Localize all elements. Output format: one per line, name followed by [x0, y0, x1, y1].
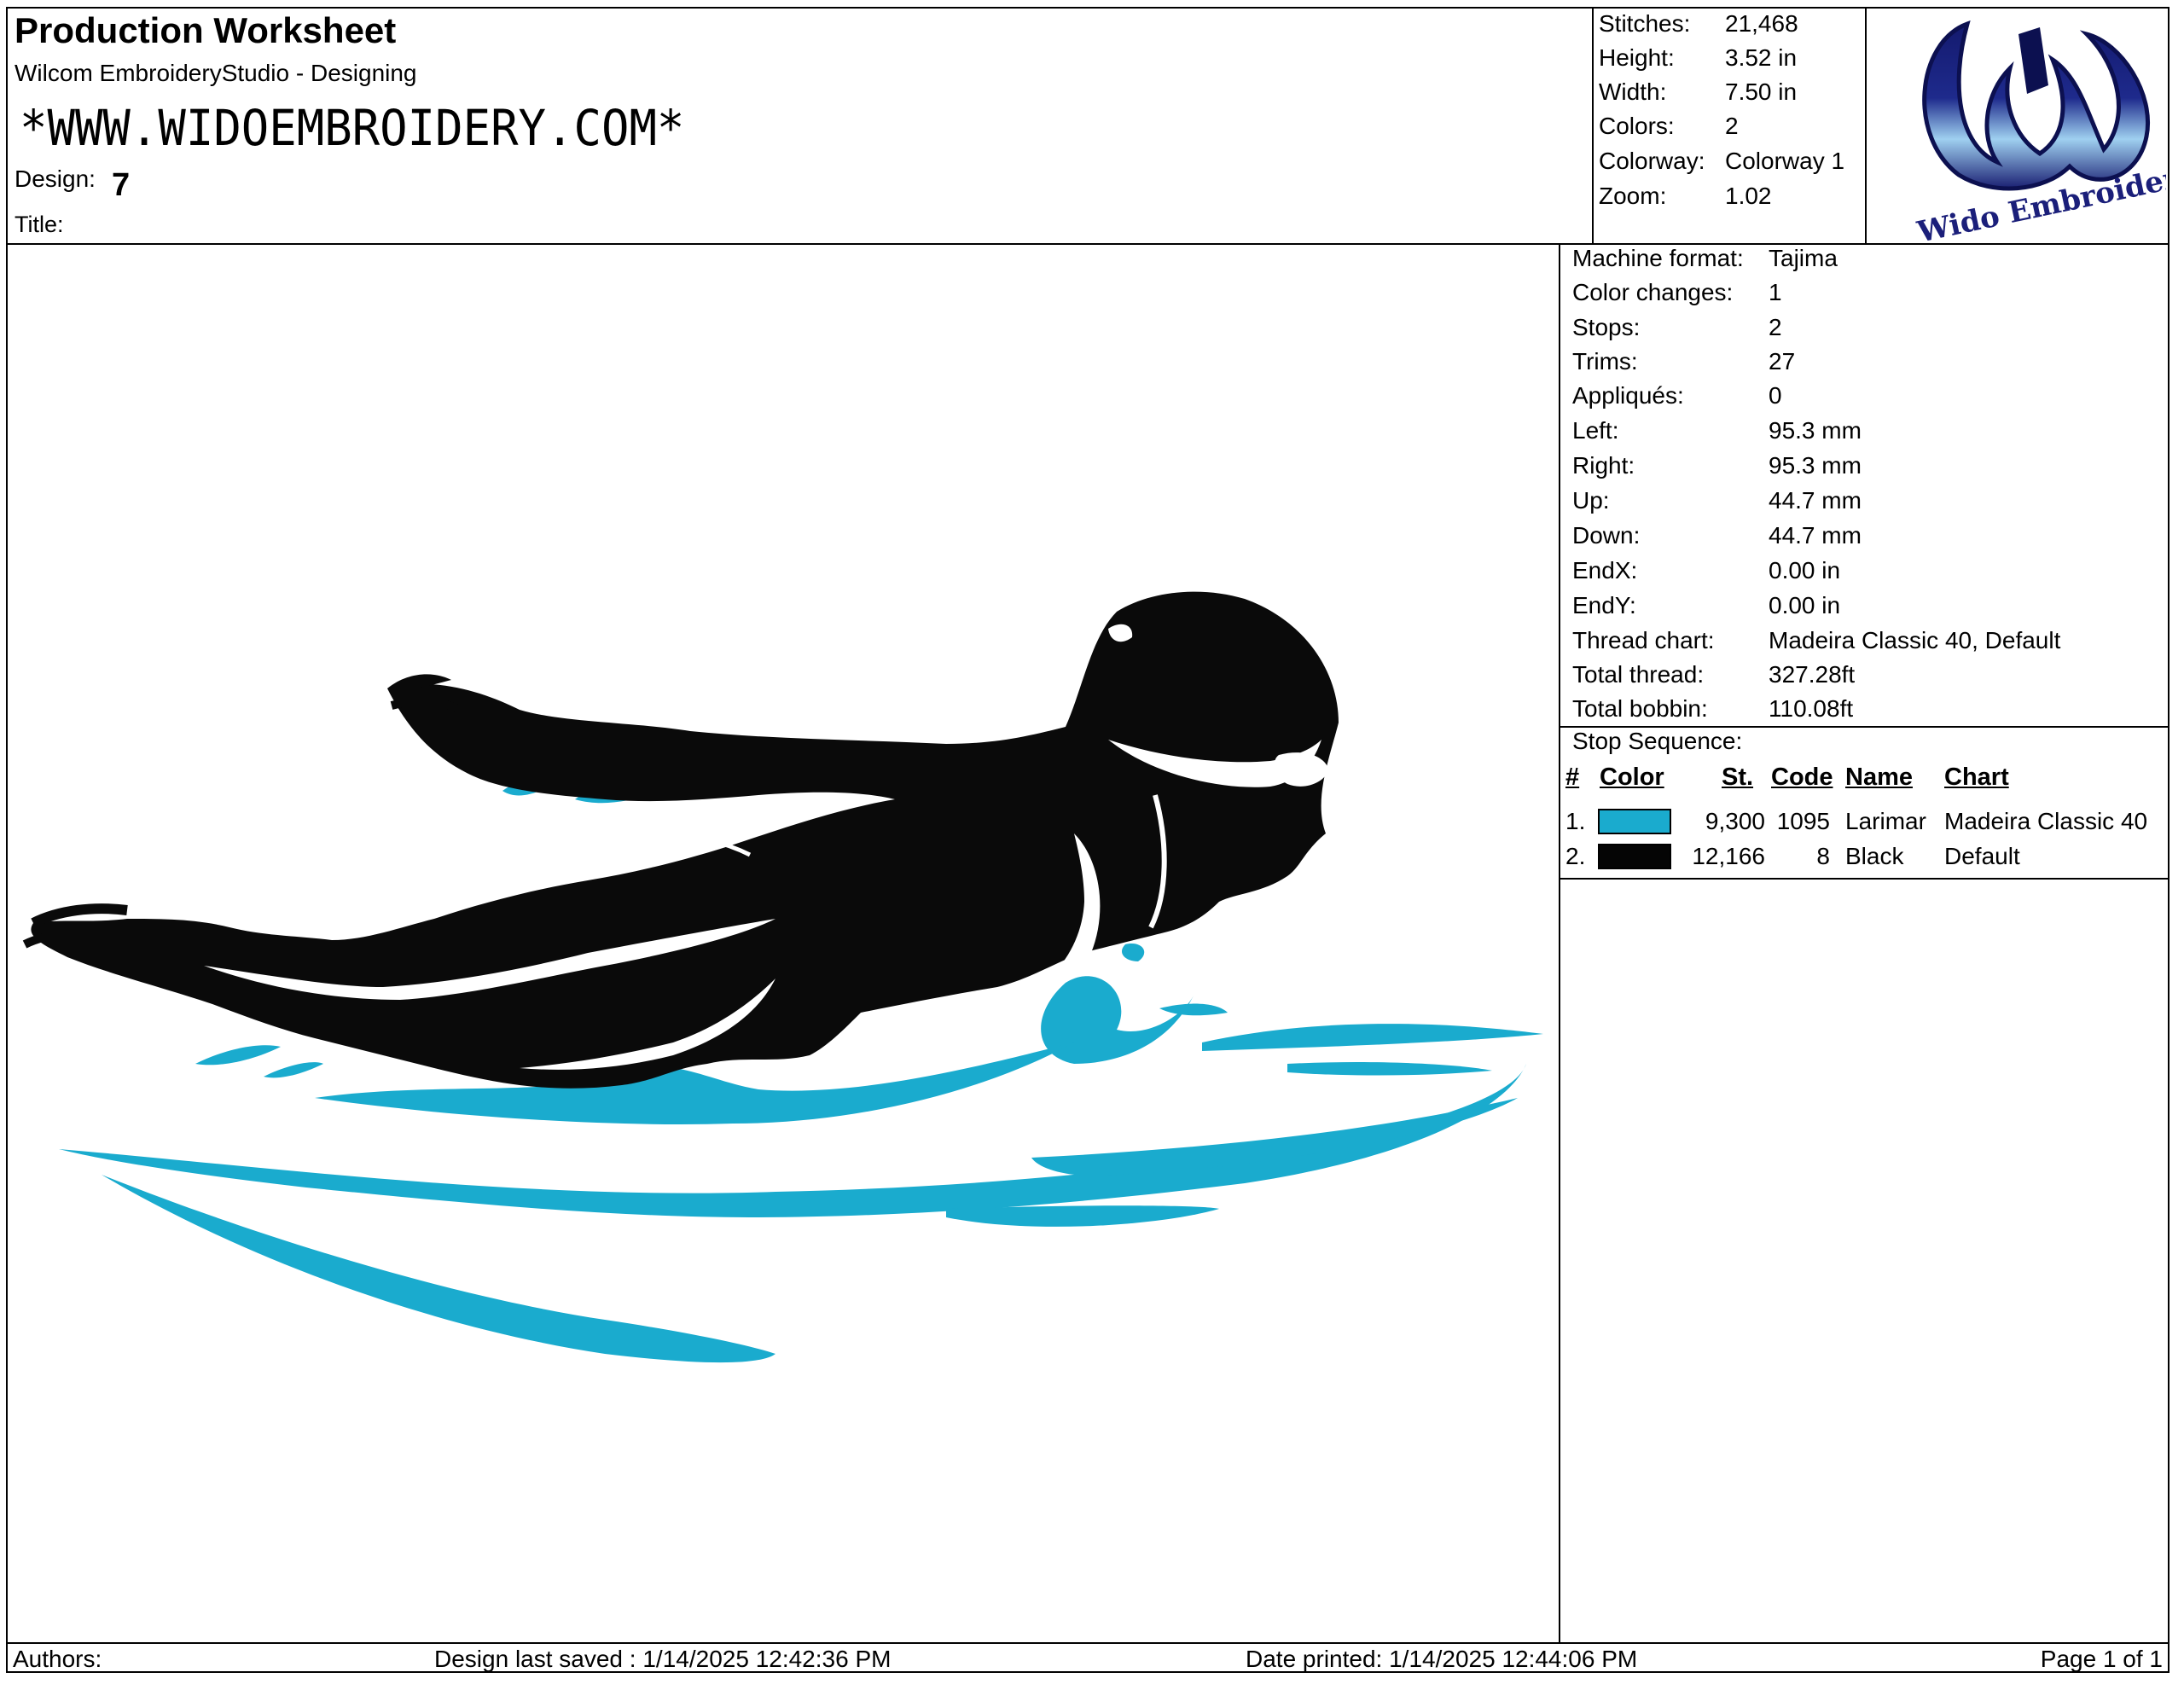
info-label: Stops: — [1572, 314, 1641, 340]
software-name: Wilcom EmbroideryStudio - Designing — [15, 60, 417, 86]
design-stats: Stitches: 21,468 Height: 3.52 in Width: … — [1592, 9, 1867, 243]
info-value: 0.00 in — [1769, 557, 1841, 584]
info-value: 327.28ft — [1769, 661, 1856, 688]
stop-name: Black — [1845, 843, 1904, 869]
col-header-st: St. — [1722, 764, 1754, 791]
stat-label: Stitches: — [1599, 10, 1691, 37]
stop-chart: Madeira Classic 40 — [1944, 808, 2148, 834]
info-label: Trims: — [1572, 348, 1638, 375]
info-label: Machine format: — [1572, 245, 1744, 271]
info-label: EndY: — [1572, 592, 1636, 618]
authors-label: Authors: — [13, 1646, 102, 1672]
stat-value: 7.50 in — [1725, 78, 1798, 105]
swimmer-design — [22, 591, 1543, 1363]
production-worksheet: Production Worksheet Wilcom EmbroiderySt… — [6, 7, 2184, 1673]
stop-num: 2. — [1565, 843, 1586, 869]
info-value: 44.7 mm — [1769, 522, 1862, 549]
info-label: Left: — [1572, 417, 1619, 444]
stop-code: 8 — [1816, 843, 1830, 869]
info-label: Total bobbin: — [1572, 695, 1708, 722]
col-header-code: Code — [1771, 764, 1833, 791]
stop-stitches: 9,300 — [1705, 808, 1765, 834]
stat-value: 3.52 in — [1725, 44, 1798, 71]
info-value: 0.00 in — [1769, 592, 1841, 618]
design-label: Design: — [15, 165, 96, 192]
stop-num: 1. — [1565, 808, 1586, 834]
website-text: *WWW.WIDOEMBROIDERY.COM* — [20, 99, 685, 157]
divider — [1560, 878, 2169, 880]
title-label: Title: — [15, 212, 64, 237]
stop-code: 1095 — [1776, 808, 1830, 834]
info-value: Tajima — [1769, 245, 1838, 271]
stop-chart: Default — [1944, 843, 2020, 869]
stat-value: 21,468 — [1725, 10, 1798, 37]
worksheet-footer: Authors: Design last saved : 1/14/2025 1… — [8, 1642, 2168, 1673]
design-value: 7 — [112, 167, 131, 203]
info-label: Appliqués: — [1572, 382, 1684, 409]
col-header-name: Name — [1845, 764, 1913, 791]
machine-info-panel: Machine format: Tajima Color changes: 1 St… — [1559, 243, 2169, 1642]
stat-label: Zoom: — [1599, 183, 1667, 209]
worksheet-title: Production Worksheet — [15, 10, 397, 50]
info-value: 2 — [1769, 314, 1782, 340]
col-header-chart: Chart — [1944, 764, 2009, 791]
color-swatch-black — [1598, 844, 1671, 869]
info-value: Madeira Classic 40, Default — [1769, 627, 2061, 653]
info-label: Thread chart: — [1572, 627, 1715, 653]
info-value: 95.3 mm — [1769, 417, 1862, 444]
stop-stitches: 12,166 — [1692, 843, 1765, 869]
stat-label: Height: — [1599, 44, 1675, 71]
date-printed-text: Date printed: 1/14/2025 12:44:06 PM — [1246, 1646, 1638, 1672]
info-value: 110.08ft — [1769, 695, 1854, 722]
stat-value: Colorway 1 — [1725, 148, 1845, 174]
info-label: Down: — [1572, 522, 1641, 549]
info-value: 0 — [1769, 382, 1782, 409]
stat-label: Colorway: — [1599, 148, 1705, 174]
col-header-color: Color — [1600, 764, 1664, 791]
stat-label: Width: — [1599, 78, 1667, 105]
stat-label: Colors: — [1599, 113, 1675, 139]
info-label: Right: — [1572, 452, 1635, 479]
color-swatch-larimar — [1598, 809, 1671, 834]
stat-value: 2 — [1725, 113, 1739, 139]
info-label: EndX: — [1572, 557, 1638, 584]
info-value: 44.7 mm — [1769, 487, 1862, 514]
info-label: Up: — [1572, 487, 1610, 514]
page-number: Page 1 of 1 — [2040, 1646, 2163, 1672]
stop-name: Larimar — [1845, 808, 1926, 834]
info-value: 27 — [1769, 348, 1796, 375]
info-label: Color changes: — [1572, 279, 1734, 305]
worksheet-header: Production Worksheet Wilcom EmbroiderySt… — [8, 9, 2184, 250]
info-value: 95.3 mm — [1769, 452, 1862, 479]
swimmer-figure — [22, 591, 1339, 1089]
info-label: Total thread: — [1572, 661, 1705, 688]
col-header-num: # — [1565, 764, 1580, 791]
stat-value: 1.02 — [1725, 183, 1772, 209]
last-saved-text: Design last saved : 1/14/2025 12:42:36 P… — [434, 1646, 892, 1672]
stop-sequence-title: Stop Sequence: — [1572, 728, 1743, 754]
embroidery-preview — [8, 245, 1557, 1640]
info-value: 1 — [1769, 279, 1782, 305]
wido-embroidery-logo: Wido Embroidery — [1865, 9, 2184, 250]
